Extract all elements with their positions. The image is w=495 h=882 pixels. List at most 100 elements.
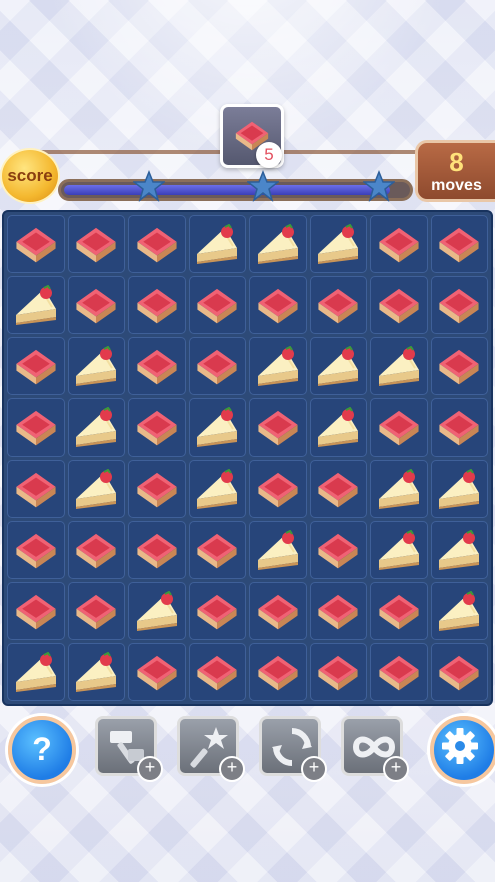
red-square-cake-icon	[379, 655, 419, 691]
board-cell[interactable]	[309, 581, 367, 640]
board-cell[interactable]	[430, 215, 488, 274]
board-cell[interactable]	[309, 459, 367, 518]
red-square-cake-icon	[379, 411, 419, 446]
board-cell[interactable]	[309, 398, 367, 457]
board-cell[interactable]	[309, 642, 367, 701]
board-cell[interactable]	[370, 337, 428, 396]
board-cell[interactable]	[67, 337, 125, 396]
board-cell[interactable]	[67, 520, 125, 579]
board-cell[interactable]	[370, 581, 428, 640]
star-icon	[133, 170, 165, 202]
board-cell[interactable]	[309, 215, 367, 274]
board-cell[interactable]	[188, 398, 246, 457]
board-cell[interactable]	[128, 459, 186, 518]
red-square-cake-icon	[439, 227, 479, 263]
board-cell[interactable]	[430, 642, 488, 701]
board-cell[interactable]	[370, 276, 428, 335]
score-progress-fill	[64, 185, 390, 195]
board-cell[interactable]	[249, 337, 307, 396]
board-cell[interactable]	[67, 276, 125, 335]
red-square-cake-icon	[16, 594, 56, 630]
board-cell[interactable]	[7, 337, 65, 396]
red-square-cake-icon	[318, 472, 358, 507]
board-cell[interactable]	[67, 459, 125, 518]
board-cell[interactable]	[430, 520, 488, 579]
red-square-cake-icon	[379, 227, 419, 263]
board-cell[interactable]	[7, 459, 65, 518]
board-cell[interactable]	[430, 276, 488, 335]
cheesecake-slice-icon	[197, 407, 238, 448]
shuffle-booster-button[interactable]: +	[259, 716, 327, 782]
cheesecake-slice-icon	[76, 346, 117, 387]
board-cell[interactable]	[430, 398, 488, 457]
board-cell[interactable]	[67, 581, 125, 640]
help-icon: ?	[32, 731, 52, 767]
board-cell[interactable]	[370, 520, 428, 579]
cheesecake-slice-icon	[136, 590, 177, 631]
red-square-cake-icon	[197, 289, 237, 324]
settings-button[interactable]	[430, 716, 495, 784]
board-cell[interactable]	[128, 215, 186, 274]
hammer-booster-button[interactable]: +	[95, 716, 163, 782]
red-square-cake-icon	[258, 655, 298, 691]
board-cell[interactable]	[249, 581, 307, 640]
board-cell[interactable]	[7, 398, 65, 457]
board-cell[interactable]	[188, 642, 246, 701]
wand-booster-button[interactable]: +	[177, 716, 245, 782]
board-cell[interactable]	[128, 581, 186, 640]
board-cell[interactable]	[128, 520, 186, 579]
infinite-booster-button[interactable]: +	[341, 716, 409, 782]
board-cell[interactable]	[128, 398, 186, 457]
board-cell[interactable]	[7, 581, 65, 640]
cheesecake-slice-icon	[15, 285, 56, 326]
board-cell[interactable]	[430, 459, 488, 518]
cheesecake-slice-icon	[257, 529, 298, 570]
cheesecake-slice-icon	[439, 590, 480, 631]
cheesecake-slice-icon	[439, 529, 480, 570]
board-cell[interactable]	[249, 398, 307, 457]
board-cell[interactable]	[430, 581, 488, 640]
red-square-cake-icon	[439, 411, 479, 446]
board-cell[interactable]	[249, 520, 307, 579]
board-cell[interactable]	[370, 398, 428, 457]
board-cell[interactable]	[430, 337, 488, 396]
board-cell[interactable]	[128, 276, 186, 335]
board-cell[interactable]	[249, 215, 307, 274]
red-square-cake-icon	[439, 655, 479, 691]
board-cell[interactable]	[188, 337, 246, 396]
board-cell[interactable]	[370, 215, 428, 274]
board-cell[interactable]	[188, 215, 246, 274]
add-booster-icon: +	[137, 756, 163, 782]
board-cell[interactable]	[67, 215, 125, 274]
board-cell[interactable]	[7, 520, 65, 579]
red-square-cake-icon	[137, 533, 177, 569]
board-cell[interactable]	[7, 642, 65, 701]
goal-count-badge: 5	[256, 142, 282, 168]
red-square-cake-icon	[318, 655, 358, 691]
board-cell[interactable]	[249, 459, 307, 518]
red-square-cake-icon	[258, 594, 298, 630]
help-button[interactable]: ?	[8, 716, 76, 784]
board-cell[interactable]	[67, 398, 125, 457]
board-cell[interactable]	[188, 581, 246, 640]
board-cell[interactable]	[309, 276, 367, 335]
board-cell[interactable]	[309, 520, 367, 579]
board-cell[interactable]	[128, 642, 186, 701]
board-cell[interactable]	[249, 642, 307, 701]
red-square-cake-icon	[197, 594, 237, 630]
board-cell[interactable]	[188, 459, 246, 518]
board-cell[interactable]	[370, 642, 428, 701]
board-cell[interactable]	[188, 520, 246, 579]
red-square-cake-icon	[137, 472, 177, 507]
board-cell[interactable]	[370, 459, 428, 518]
board-cell[interactable]	[249, 276, 307, 335]
board-cell[interactable]	[67, 642, 125, 701]
board-cell[interactable]	[188, 276, 246, 335]
cheesecake-slice-icon	[378, 468, 419, 509]
red-square-cake-icon	[76, 533, 116, 569]
board-cell[interactable]	[7, 215, 65, 274]
cheesecake-slice-icon	[76, 407, 117, 448]
board-cell[interactable]	[128, 337, 186, 396]
board-cell[interactable]	[7, 276, 65, 335]
board-cell[interactable]	[309, 337, 367, 396]
